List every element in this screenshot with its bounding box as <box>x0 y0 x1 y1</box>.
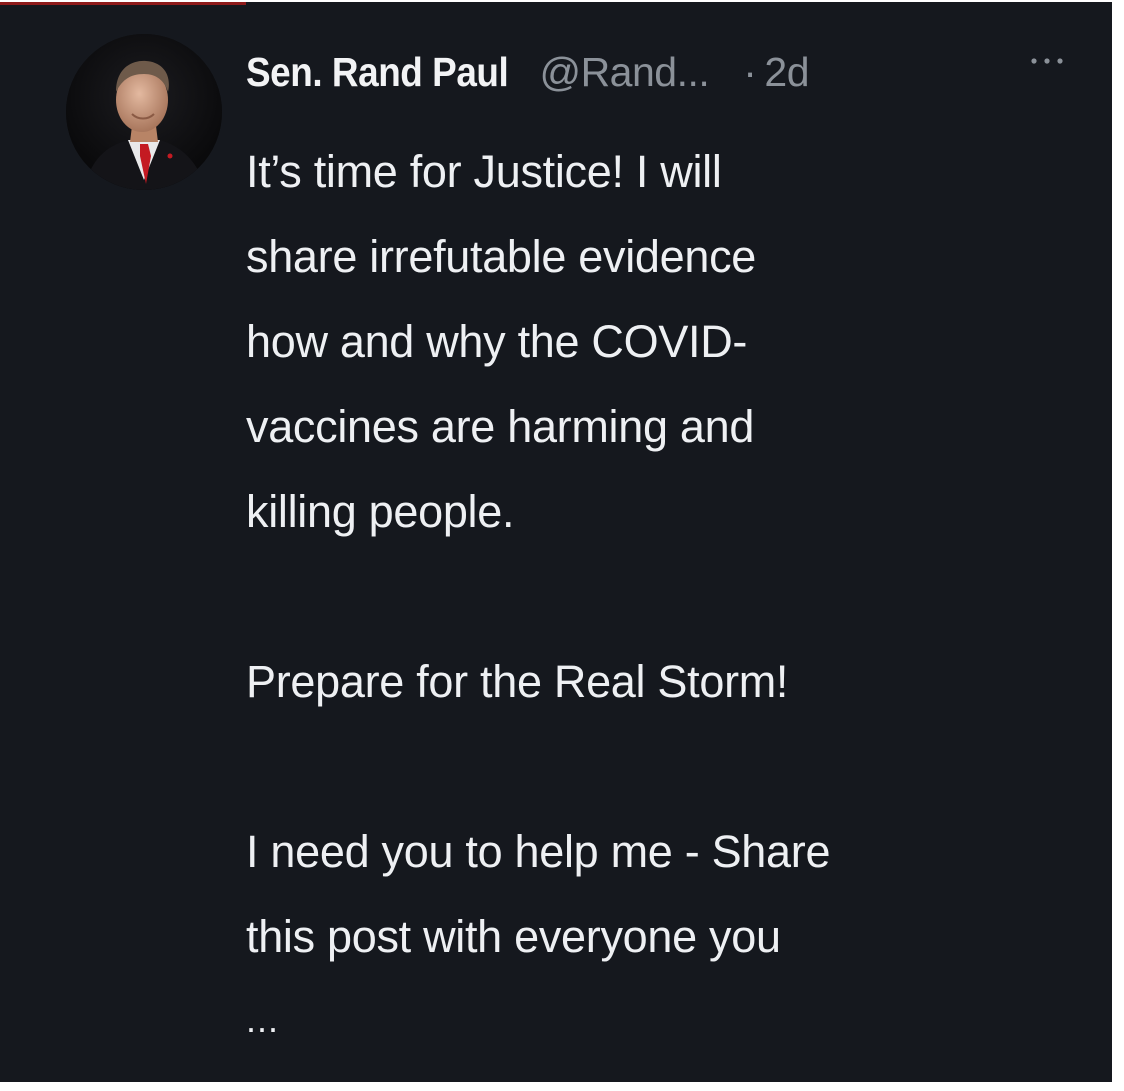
tweet-text: It’s time for Justice! I will share irre… <box>246 129 1086 979</box>
timestamp[interactable]: 2d <box>764 42 809 102</box>
top-accent-bar <box>0 2 246 5</box>
tweet-text-line: Prepare for the Real Storm! <box>246 656 789 707</box>
display-name[interactable]: Sen. Rand Paul <box>246 42 509 102</box>
user-handle[interactable]: @Rand... <box>539 42 709 102</box>
tweet-text-line: share irrefutable evidence <box>246 231 757 282</box>
screenshot-frame: Sen. Rand Paul @Rand... · 2d It’s time f… <box>0 0 1124 1091</box>
tweet-text-line: It’s time for Justice! I will <box>246 146 722 197</box>
dot-separator: · <box>743 49 757 95</box>
avatar[interactable] <box>66 34 222 190</box>
profile-photo-icon <box>66 34 222 190</box>
tweet-text-line: killing people. <box>246 486 515 537</box>
tweet-text-line: I need you to help me - Share <box>246 826 831 877</box>
truncation-ellipsis[interactable]: ... <box>246 1000 279 1040</box>
more-horizontal-icon[interactable] <box>1028 54 1066 68</box>
tweet-card[interactable]: Sen. Rand Paul @Rand... · 2d It’s time f… <box>0 2 1112 1082</box>
tweet-text-line: vaccines are harming and <box>246 401 755 452</box>
tweet-text-line: how and why the COVID- <box>246 316 748 367</box>
tweet-header: Sen. Rand Paul @Rand... · 2d <box>246 42 810 102</box>
tweet-text-line: this post with everyone you <box>246 911 781 962</box>
